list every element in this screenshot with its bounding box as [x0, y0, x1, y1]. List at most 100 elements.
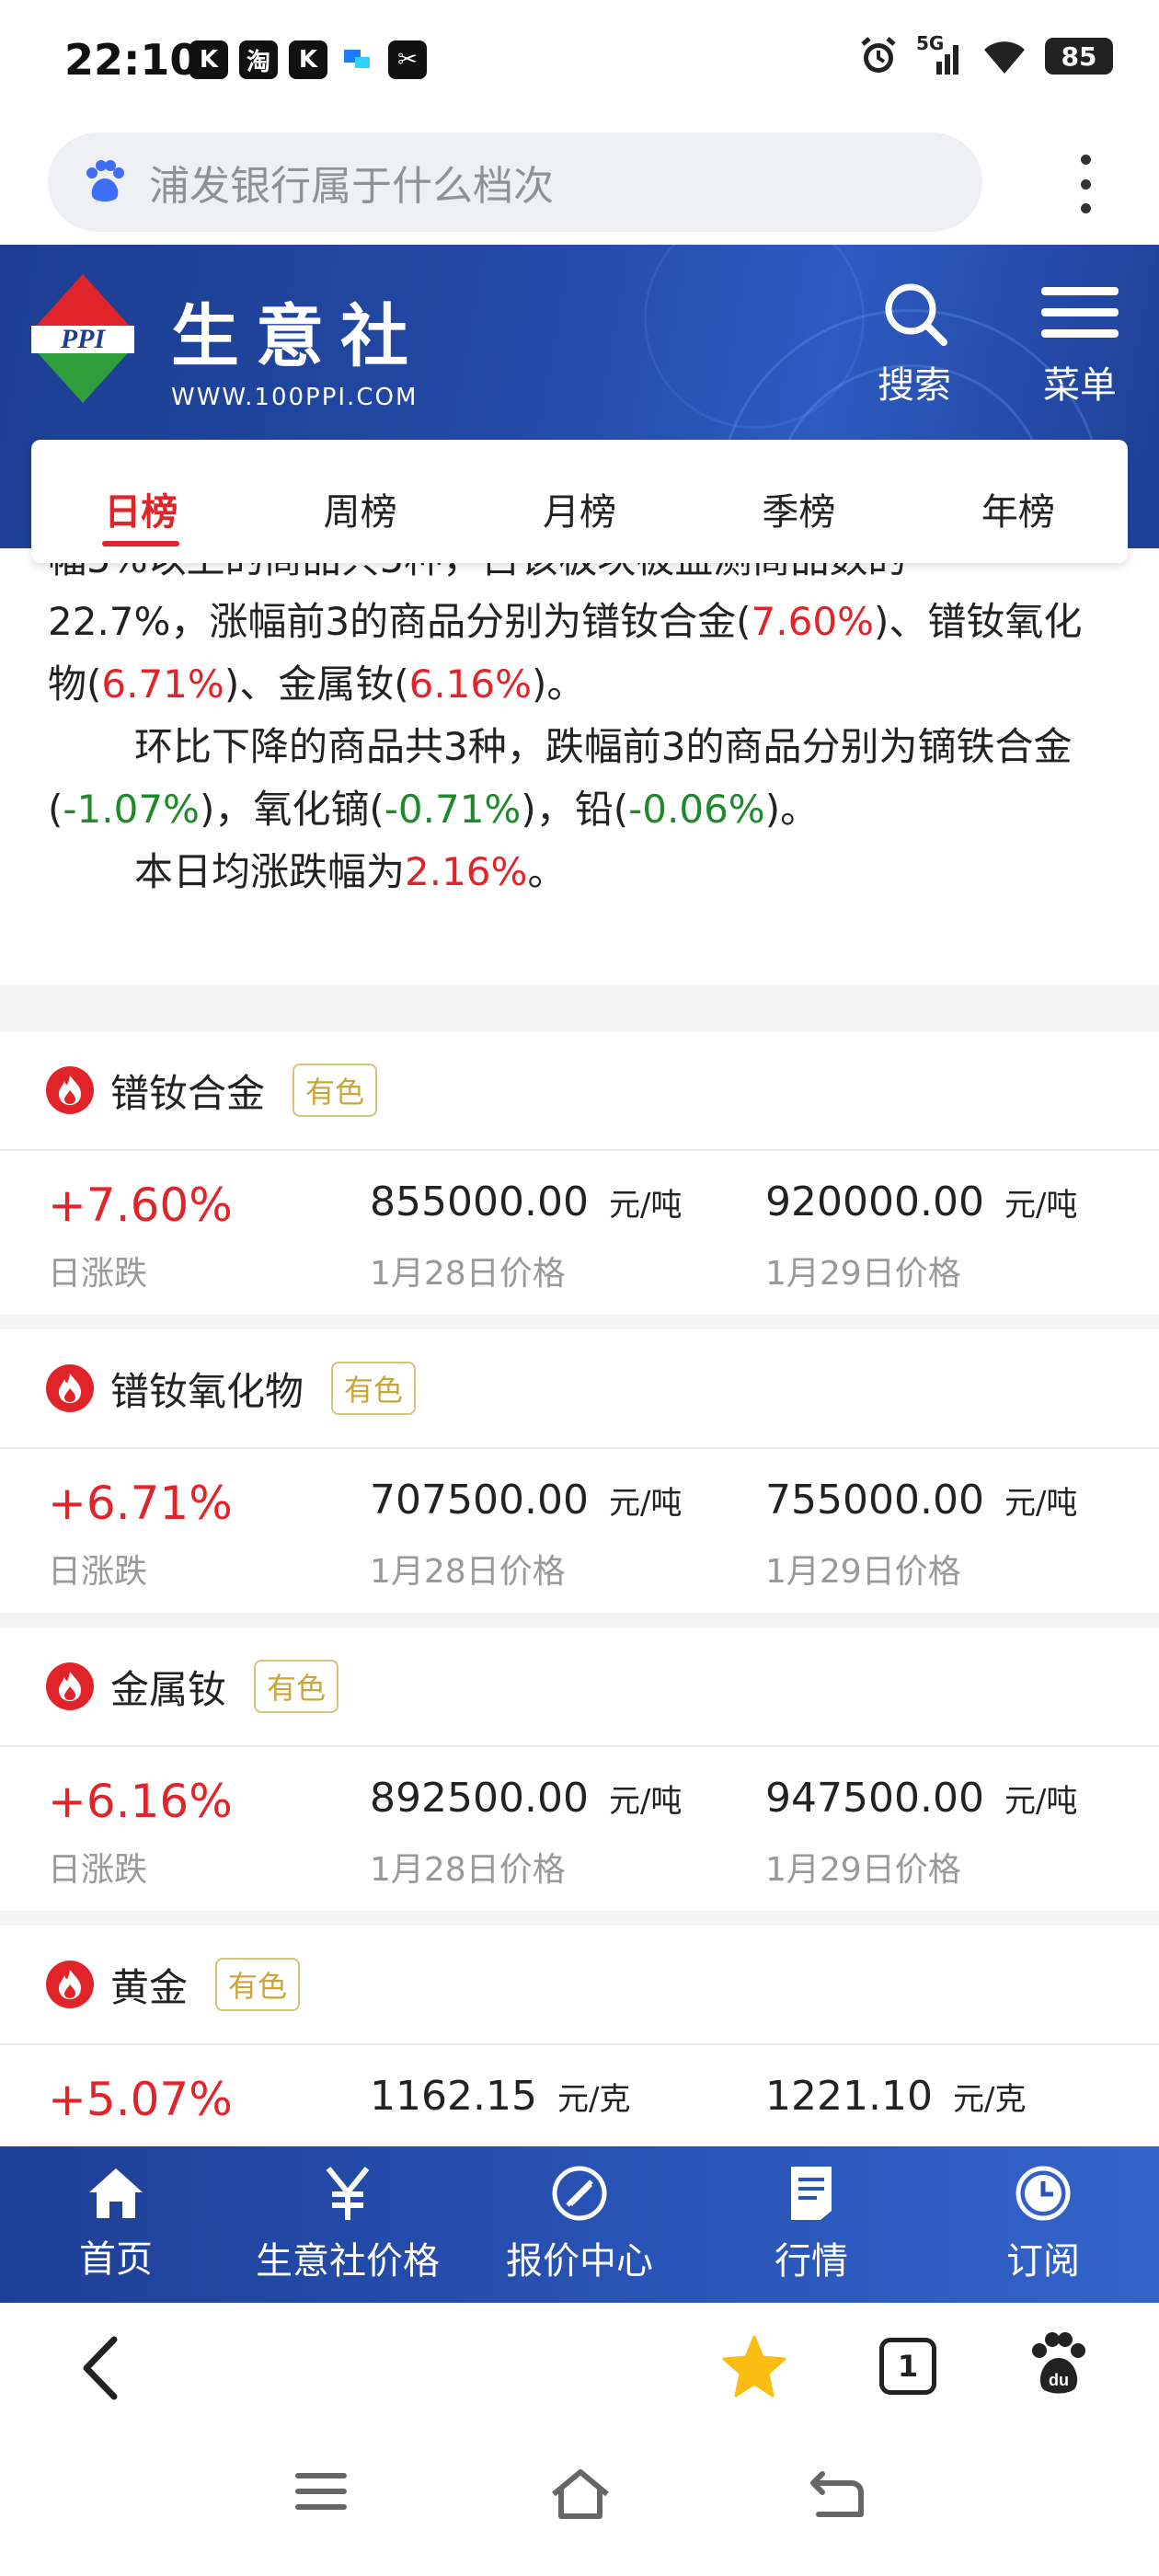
nav-market[interactable]: 行情 [695, 2146, 927, 2303]
tab-monthly[interactable]: 月榜 [470, 440, 689, 563]
product-card[interactable]: 镨钕合金 有色 +7.60% 日涨跌 855000.00 元/吨 1月28日价格 … [0, 1031, 1159, 1315]
summary-section: 幅5%以上的商品共5种，占该板块被监测商品数的 22.7%，涨幅前3的商品分别为… [0, 548, 1159, 985]
price-current-date: 1月29日价格 [765, 1851, 961, 1889]
category-badge: 有色 [331, 1362, 417, 1415]
yen-icon [326, 2167, 370, 2220]
summary-paragraph-fall: 环比下降的商品共3种，跌幅前3的商品分别为镝铁合金(-1.07%)，氧化镝(-0… [48, 724, 1073, 832]
clock-icon [1016, 2166, 1071, 2221]
daily-change-value: +6.71% [48, 1477, 233, 1530]
price-current-date: 1月29日价格 [765, 1553, 961, 1591]
header-search-label: 搜索 [878, 364, 951, 407]
favorite-star-icon[interactable] [721, 2334, 787, 2398]
product-name: 镨钕合金 [110, 1070, 266, 1116]
product-card[interactable]: 黄金 有色 +5.07% 1162.15 元/克 1221.10 元/克 [0, 1926, 1159, 2146]
hamburger-menu-icon [1041, 287, 1119, 338]
category-badge: 有色 [293, 1064, 378, 1117]
app-capcut-icon: ✂ [388, 40, 427, 79]
price-current: 1221.10 元/克 [765, 2073, 1027, 2120]
daily-change-value: +6.16% [48, 1775, 233, 1828]
nav-market-label: 行情 [775, 2240, 848, 2283]
signal-icon: 5G [916, 32, 964, 76]
product-name: 镨钕氧化物 [110, 1368, 304, 1414]
daily-change-label: 日涨跌 [48, 1553, 148, 1591]
product-card-header: 金属钕 有色 [0, 1627, 1159, 1747]
price-current: 755000.00 元/吨 [765, 1477, 1078, 1524]
category-badge: 有色 [254, 1660, 339, 1713]
price-previous: 1162.15 元/克 [370, 2073, 631, 2120]
nav-home-label: 首页 [79, 2238, 153, 2281]
search-query-text: 浦发银行属于什么档次 [149, 163, 554, 210]
more-options-icon[interactable] [1076, 155, 1095, 213]
summary-paragraph-average: 本日均涨跌幅为2.16%。 [134, 849, 567, 894]
screen: 22:10 K 淘 K ✂ 5G 85 浦发银行属于什么档次 PPI 生意社 W… [0, 0, 1159, 2576]
browser-toolbar: 1 du [0, 2303, 1159, 2432]
brand[interactable]: 生意社 WWW.100PPI.COM [171, 282, 425, 411]
nav-prices[interactable]: 生意社价格 [232, 2146, 464, 2303]
ranking-tabs: 日榜 周榜 月榜 季榜 年榜 [31, 440, 1128, 563]
daily-change-value: +5.07% [48, 2073, 233, 2126]
product-list: 镨钕合金 有色 +7.60% 日涨跌 855000.00 元/吨 1月28日价格 … [0, 1031, 1159, 2146]
nav-quotes-label: 报价中心 [506, 2240, 653, 2283]
nav-prices-label: 生意社价格 [256, 2240, 440, 2283]
product-card-header: 黄金 有色 [0, 1926, 1159, 2045]
price-previous: 707500.00 元/吨 [370, 1477, 683, 1524]
product-card-body: +5.07% 1162.15 元/克 1221.10 元/克 [0, 2045, 1159, 2146]
home-button-icon[interactable] [548, 2468, 613, 2520]
tab-yearly[interactable]: 年榜 [909, 440, 1128, 563]
app-blue-icon [339, 40, 377, 79]
app-k-icon: K [189, 40, 228, 79]
back-arrow-icon[interactable] [77, 2334, 123, 2402]
product-name: 金属钕 [110, 1666, 227, 1712]
product-card-body: +6.16% 日涨跌 892500.00 元/吨 1月28日价格 947500.0… [0, 1747, 1159, 1911]
tab-quarterly[interactable]: 季榜 [689, 440, 908, 563]
status-right: 5G 85 [857, 32, 1113, 77]
system-nav-bar [0, 2432, 1159, 2576]
brand-name: 生意社 [171, 297, 425, 376]
daily-change-label: 日涨跌 [48, 1255, 148, 1293]
fire-icon [46, 1662, 94, 1710]
search-icon [885, 283, 947, 346]
svg-text:PPI: PPI [60, 324, 107, 354]
header-menu-label: 菜单 [1043, 364, 1117, 407]
product-card-body: +7.60% 日涨跌 855000.00 元/吨 1月28日价格 920000.0… [0, 1151, 1159, 1315]
ppi-logo: PPI [31, 274, 134, 403]
fire-icon [46, 1066, 94, 1114]
brand-url: WWW.100PPI.COM [171, 384, 419, 411]
battery-icon: 85 [1045, 38, 1113, 75]
nav-subscribe[interactable]: 订阅 [927, 2146, 1159, 2303]
baidu-paw-icon[interactable]: du [1028, 2330, 1089, 2397]
price-previous-date: 1月28日价格 [370, 1851, 566, 1889]
product-card-header: 镨钕合金 有色 [0, 1031, 1159, 1151]
nav-subscribe-label: 订阅 [1006, 2240, 1080, 2283]
header-search-button[interactable]: 搜索 [878, 278, 951, 408]
product-name: 黄金 [110, 1964, 189, 2010]
price-previous-date: 1月28日价格 [370, 1255, 566, 1293]
baidu-paw-icon [86, 160, 124, 201]
section-gap [0, 985, 1159, 1031]
notification-icons: K 淘 K ✂ [189, 40, 427, 79]
nav-home[interactable]: 首页 [0, 2146, 232, 2303]
summary-text: 幅5%以上的商品共5种，占该板块被监测商品数的 22.7%，涨幅前3的商品分别为… [48, 548, 1115, 903]
site-bottom-nav: 首页 生意社价格 报价中心 行情 订阅 [0, 2146, 1159, 2303]
product-card[interactable]: 金属钕 有色 +6.16% 日涨跌 892500.00 元/吨 1月28日价格 9… [0, 1627, 1159, 1911]
product-card-header: 镨钕氧化物 有色 [0, 1329, 1159, 1449]
category-badge: 有色 [215, 1958, 301, 2011]
tab-daily[interactable]: 日榜 [31, 440, 250, 563]
app-taobao-icon: 淘 [239, 40, 278, 79]
back-button-icon[interactable] [809, 2468, 865, 2520]
status-time: 22:10 [64, 35, 200, 85]
product-card[interactable]: 镨钕氧化物 有色 +6.71% 日涨跌 707500.00 元/吨 1月28日价格… [0, 1329, 1159, 1613]
browser-search-bar[interactable]: 浦发银行属于什么档次 [48, 132, 982, 232]
wifi-icon [984, 41, 1025, 74]
header-menu-button[interactable]: 菜单 [1039, 278, 1120, 408]
app-k2-icon: K [289, 40, 327, 79]
product-card-body: +6.71% 日涨跌 707500.00 元/吨 1月28日价格 755000.0… [0, 1449, 1159, 1613]
price-current-date: 1月29日价格 [765, 1255, 961, 1293]
fire-icon [46, 1961, 94, 2008]
nav-quotes[interactable]: 报价中心 [464, 2146, 695, 2303]
recent-apps-icon[interactable] [294, 2468, 348, 2514]
daily-change-value: +7.60% [48, 1179, 233, 1232]
price-current: 920000.00 元/吨 [765, 1179, 1078, 1225]
tab-count-button[interactable]: 1 [879, 2338, 936, 2395]
tab-weekly[interactable]: 周榜 [250, 440, 469, 563]
